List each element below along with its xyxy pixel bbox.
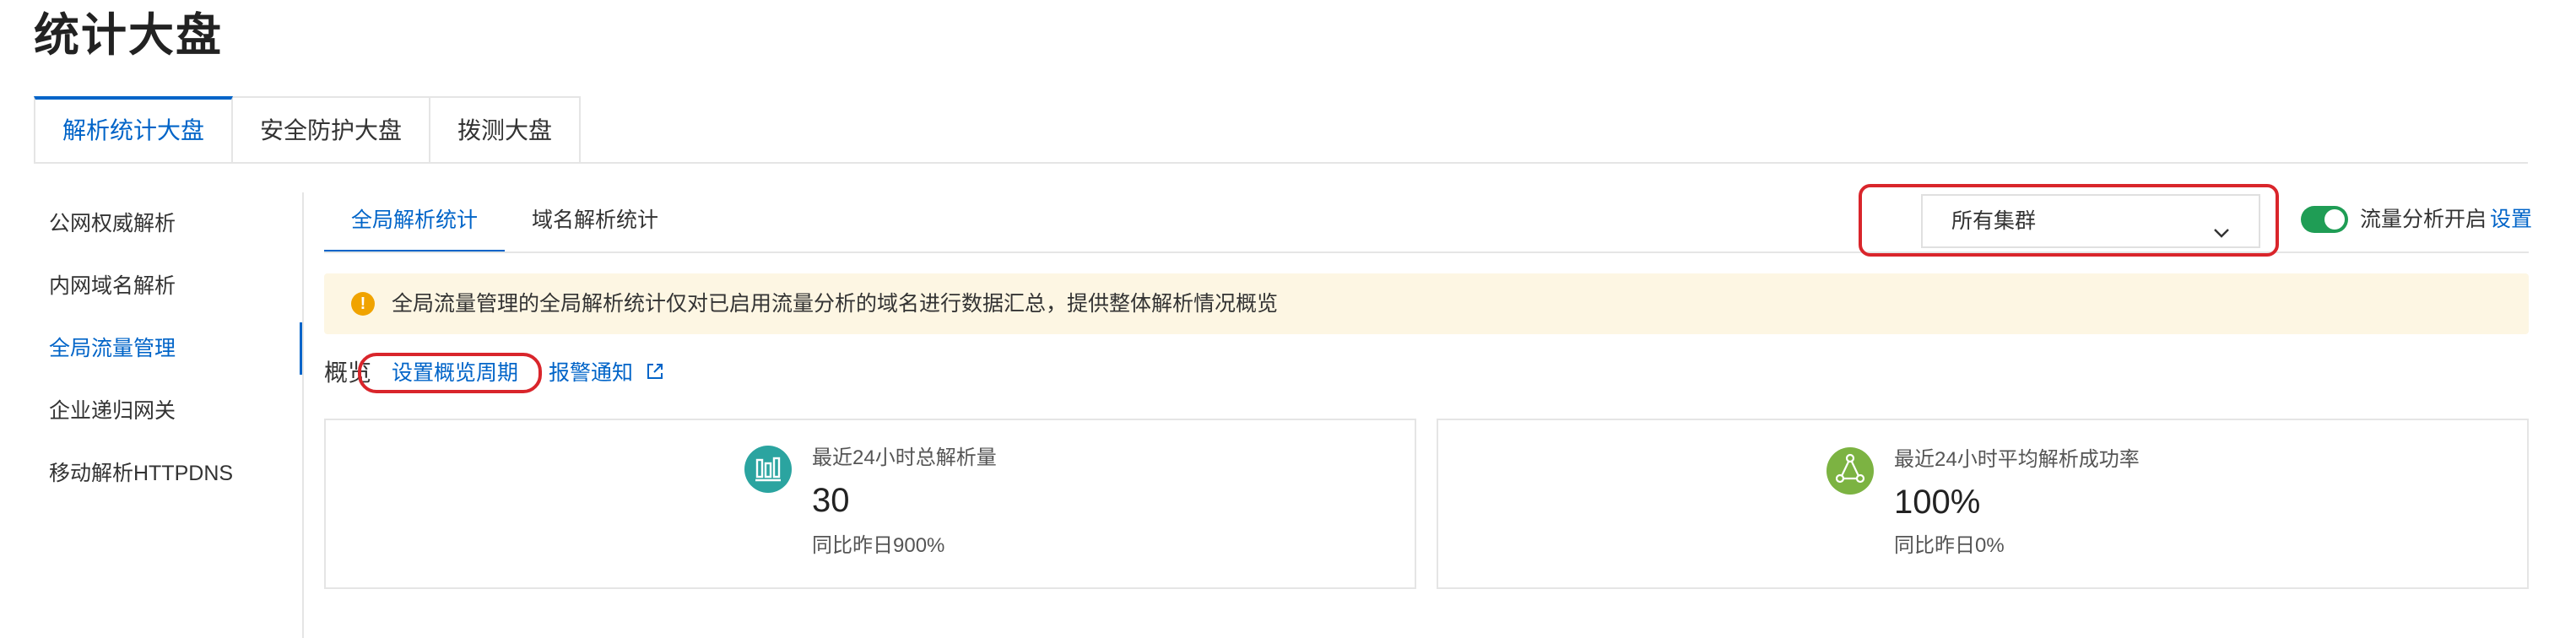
card-compare: 同比昨日900% — [812, 534, 945, 557]
stat-card-success-rate: 最近24小时平均解析成功率 100% 同比昨日0% — [1437, 419, 2529, 589]
sidebar-item-recursive-gateway[interactable]: 企业递归网关 — [34, 380, 300, 442]
toggle-knob — [2324, 209, 2345, 230]
card-value: 30 — [812, 482, 850, 519]
notice-banner: ! 全局流量管理的全局解析统计仅对已启用流量分析的域名进行数据汇总，提供整体解析… — [324, 273, 2529, 334]
sidebar-item-public-authoritative[interactable]: 公网权威解析 — [34, 192, 300, 255]
tab-probe-dashboard[interactable]: 拨测大盘 — [430, 96, 582, 164]
top-tabs-divider — [34, 162, 2528, 164]
card-value: 100% — [1894, 484, 1981, 521]
tab-domain-stats[interactable]: 域名解析统计 — [505, 191, 685, 250]
stat-card-total-queries: 最近24小时总解析量 30 同比昨日900% — [324, 419, 1416, 589]
tab-resolution-dashboard[interactable]: 解析统计大盘 — [34, 96, 234, 164]
inner-tab-bar: 全局解析统计 域名解析统计 — [324, 191, 685, 253]
warning-icon: ! — [351, 292, 375, 316]
top-tab-bar: 解析统计大盘 安全防护大盘 拨测大盘 — [34, 96, 582, 164]
tab-security-dashboard[interactable]: 安全防护大盘 — [233, 96, 431, 164]
external-link-icon — [646, 357, 664, 391]
card-label: 最近24小时总解析量 — [812, 446, 997, 469]
alert-notification-label: 报警通知 — [549, 361, 634, 385]
bar-chart-icon — [744, 446, 792, 493]
sidebar: 公网权威解析 内网域名解析 全局流量管理 企业递归网关 移动解析HTTPDNS — [34, 192, 304, 505]
card-label: 最近24小时平均解析成功率 — [1894, 448, 2140, 471]
page-title: 统计大盘 — [34, 10, 223, 61]
notice-text: 全局流量管理的全局解析统计仅对已启用流量分析的域名进行数据汇总，提供整体解析情况… — [392, 292, 1279, 316]
sidebar-divider — [302, 192, 304, 638]
chevron-down-icon — [2211, 211, 2232, 262]
set-overview-period-link[interactable]: 设置概览周期 — [392, 356, 518, 390]
card-compare: 同比昨日0% — [1894, 534, 2005, 557]
cycle-icon — [1826, 447, 1874, 495]
traffic-settings-link[interactable]: 设置 — [2490, 206, 2532, 233]
cluster-select[interactable]: 所有集群 — [1921, 194, 2260, 248]
tab-global-stats[interactable]: 全局解析统计 — [324, 191, 506, 253]
alert-notification-link[interactable]: 报警通知 — [549, 356, 664, 391]
traffic-analysis-label: 流量分析开启 — [2360, 208, 2487, 231]
sidebar-item-httpdns[interactable]: 移动解析HTTPDNS — [34, 442, 300, 505]
cluster-select-value: 所有集群 — [1951, 209, 2037, 233]
sidebar-item-private-zone[interactable]: 内网域名解析 — [34, 255, 300, 317]
traffic-analysis-toggle[interactable] — [2301, 206, 2348, 233]
sidebar-item-gtm[interactable]: 全局流量管理 — [34, 317, 304, 380]
